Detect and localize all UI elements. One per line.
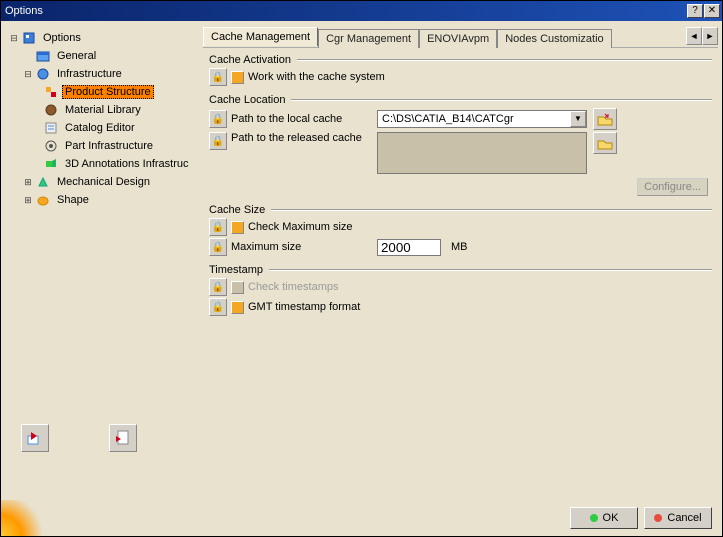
lock-icon[interactable]: 🔒	[209, 218, 227, 236]
label-work-with-cache: Work with the cache system	[248, 71, 385, 83]
checkbox-work-with-cache[interactable]	[231, 71, 244, 84]
ok-label: OK	[603, 512, 619, 524]
tree-label: Options	[40, 31, 84, 45]
infrastructure-icon	[35, 66, 51, 82]
tree-item-3d-annotations[interactable]: 3D Annotations Infrastruc	[9, 155, 199, 173]
tree-label: 3D Annotations Infrastruc	[62, 157, 192, 171]
group-title-timestamp: Timestamp	[209, 264, 263, 276]
tree-label: Part Infrastructure	[62, 139, 156, 153]
tab-nodes-customization[interactable]: Nodes Customizatio	[497, 29, 611, 48]
reset-icon	[25, 428, 45, 448]
configure-button: Configure...	[637, 178, 708, 196]
tree-item-infrastructure[interactable]: ⊟ Infrastructure	[9, 65, 199, 83]
label-released-cache-path: Path to the released cache	[231, 132, 377, 144]
folder-open-icon	[597, 112, 613, 126]
tab-scroll-right[interactable]: ►	[702, 27, 718, 45]
lock-icon[interactable]: 🔒	[209, 298, 227, 316]
general-icon	[35, 48, 51, 64]
label-unit: MB	[451, 241, 468, 253]
material-library-icon	[43, 102, 59, 118]
checkbox-gmt-format[interactable]	[231, 301, 244, 314]
export-button[interactable]	[109, 424, 137, 452]
tree-label-selected: Product Structure	[62, 85, 154, 99]
catalog-editor-icon	[43, 120, 59, 136]
shape-icon	[35, 192, 51, 208]
chevron-down-icon[interactable]: ▼	[570, 111, 586, 127]
tab-cache-management[interactable]: Cache Management	[203, 27, 318, 46]
tree-item-mechanical-design[interactable]: ⊞ Mechanical Design	[9, 173, 199, 191]
tree-label: Shape	[54, 193, 92, 207]
lock-icon[interactable]: 🔒	[209, 132, 227, 150]
label-local-cache-path: Path to the local cache	[231, 113, 377, 125]
tree-item-general[interactable]: General	[9, 47, 199, 65]
group-title-activation: Cache Activation	[209, 54, 291, 66]
lock-icon[interactable]: 🔒	[209, 110, 227, 128]
cancel-button[interactable]: Cancel	[644, 507, 712, 529]
lock-icon[interactable]: 🔒	[209, 278, 227, 296]
help-button[interactable]: ?	[687, 4, 703, 18]
panel-cache-management: Cache Activation 🔒 Work with the cache s…	[203, 47, 718, 496]
annotations-icon	[43, 156, 59, 172]
product-structure-icon	[43, 84, 59, 100]
titlebar: Options ? ✕	[1, 1, 722, 21]
label-check-max-size: Check Maximum size	[248, 221, 353, 233]
options-icon	[21, 30, 37, 46]
checkbox-check-max-size[interactable]	[231, 221, 244, 234]
tab-scroll-left[interactable]: ◄	[686, 27, 702, 45]
reset-button[interactable]	[21, 424, 49, 452]
window-title: Options	[5, 5, 687, 17]
group-title-location: Cache Location	[209, 94, 285, 106]
combo-value: C:\DS\CATIA_B14\CATCgr	[378, 113, 570, 125]
label-max-size: Maximum size	[231, 241, 377, 253]
folder-icon	[597, 136, 613, 150]
tree-item-part-infrastructure[interactable]: Part Infrastructure	[9, 137, 199, 155]
tabs: Cache Management Cgr Management ENOVIAvp…	[203, 27, 686, 46]
group-title-size: Cache Size	[209, 204, 265, 216]
cancel-icon	[654, 514, 662, 522]
tree-item-shape[interactable]: ⊞ Shape	[9, 191, 199, 209]
tree-label: Material Library	[62, 103, 144, 117]
label-gmt-format: GMT timestamp format	[248, 301, 360, 313]
close-button[interactable]: ✕	[704, 4, 720, 18]
label-check-timestamps: Check timestamps	[248, 281, 338, 293]
cancel-label: Cancel	[667, 512, 701, 524]
lock-icon[interactable]: 🔒	[209, 238, 227, 256]
mechanical-icon	[35, 174, 51, 190]
listbox-released-cache-path[interactable]	[377, 132, 587, 174]
ok-icon	[590, 514, 598, 522]
tree-label: Mechanical Design	[54, 175, 153, 189]
tree-label: Catalog Editor	[62, 121, 138, 135]
tree-item-product-structure[interactable]: Product Structure	[9, 83, 199, 101]
tab-cgr-management[interactable]: Cgr Management	[318, 29, 419, 48]
ok-button[interactable]: OK	[570, 507, 638, 529]
tree-item-catalog-editor[interactable]: Catalog Editor	[9, 119, 199, 137]
options-window: Options ? ✕ ⊟ Options General ⊟	[0, 0, 723, 537]
tree-item-material-library[interactable]: Material Library	[9, 101, 199, 119]
part-infrastructure-icon	[43, 138, 59, 154]
tree-label: Infrastructure	[54, 67, 125, 81]
checkbox-check-timestamps	[231, 281, 244, 294]
browse-local-cache-button[interactable]	[593, 108, 617, 130]
export-icon	[113, 428, 133, 448]
tab-enoviavpm[interactable]: ENOVIAvpm	[419, 29, 497, 48]
input-max-size[interactable]	[377, 239, 441, 256]
lock-icon[interactable]: 🔒	[209, 68, 227, 86]
combo-local-cache-path[interactable]: C:\DS\CATIA_B14\CATCgr ▼	[377, 110, 587, 128]
tree-item-options[interactable]: ⊟ Options	[9, 29, 199, 47]
options-tree[interactable]: ⊟ Options General ⊟ Infrastructure Produ…	[5, 25, 199, 455]
browse-released-cache-button[interactable]	[593, 132, 617, 154]
tree-label: General	[54, 49, 99, 63]
